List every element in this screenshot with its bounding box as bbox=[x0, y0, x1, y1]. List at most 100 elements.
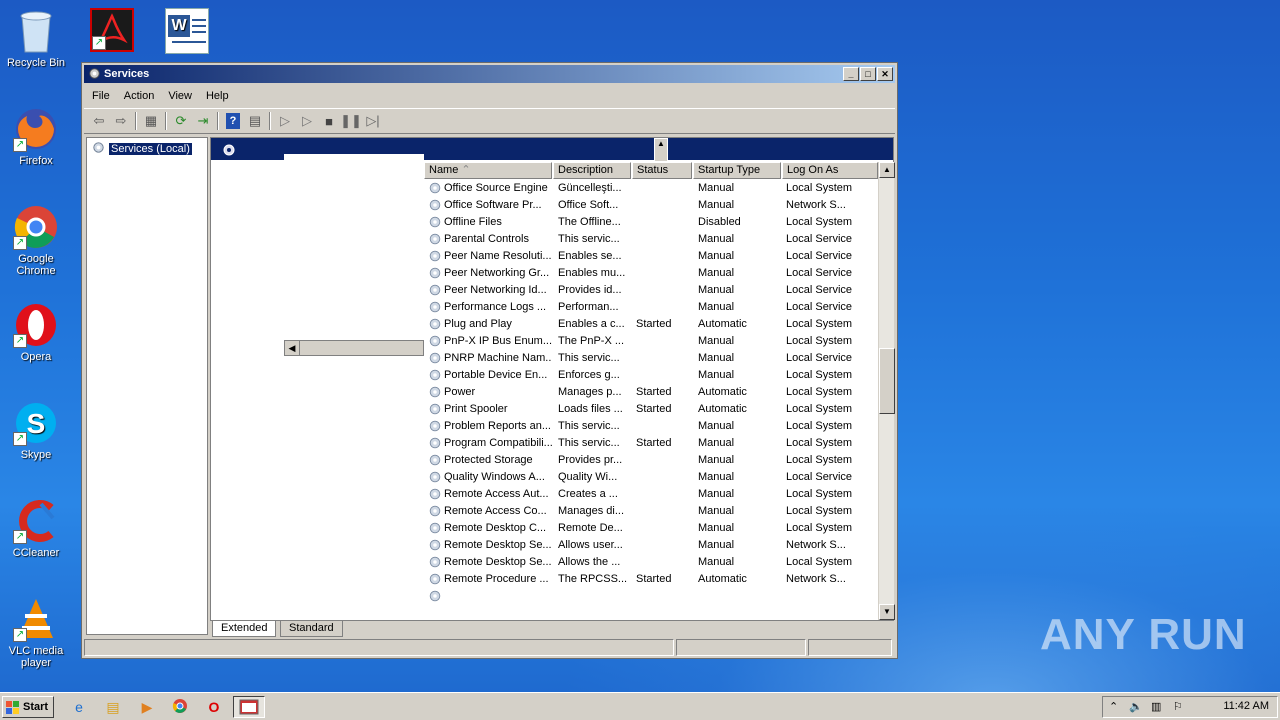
service-row[interactable]: Print Spooler Loads files ... Started Autom… bbox=[424, 401, 879, 418]
service-row[interactable]: Parental Controls This servic... Manual Loc… bbox=[424, 231, 879, 248]
column-header-name[interactable]: Name ⌃ bbox=[424, 162, 552, 179]
start-service-button[interactable]: ▷ bbox=[274, 111, 296, 131]
action-center-flag-icon[interactable]: ⚐ bbox=[1173, 700, 1183, 713]
back-button[interactable]: ⇦ bbox=[88, 111, 110, 131]
window-titlebar[interactable]: Services _ □ ✕ bbox=[84, 65, 895, 83]
service-row[interactable]: Offline Files The Offline... Disabled Local… bbox=[424, 214, 879, 231]
menu-help[interactable]: Help bbox=[206, 90, 229, 102]
volume-icon[interactable]: 🔈 bbox=[1129, 700, 1143, 713]
service-row[interactable]: Peer Networking Id... Provides id... Manua… bbox=[424, 282, 879, 299]
service-startup-type: Manual bbox=[698, 522, 735, 534]
toolbar-separator bbox=[135, 112, 137, 130]
help-icon: ? bbox=[226, 113, 240, 129]
horizontal-scrollbar[interactable]: ◀ bbox=[284, 340, 424, 356]
service-row[interactable]: Remote Desktop Se... Allows user... Manual… bbox=[424, 537, 879, 554]
service-log-on-as: Local System bbox=[786, 437, 853, 449]
service-row[interactable]: PNRP Machine Nam... This servic... Manual L… bbox=[424, 350, 879, 367]
service-row[interactable] bbox=[424, 588, 879, 605]
column-header-description[interactable]: Description bbox=[553, 162, 631, 179]
service-log-on-as: Local System bbox=[786, 335, 853, 347]
service-row[interactable]: Portable Device En... Enforces g... Manual… bbox=[424, 367, 879, 384]
service-row[interactable]: Power Manages p... Started Automatic Local S… bbox=[424, 384, 879, 401]
acrobat-reader-shortcut[interactable]: ↗ bbox=[90, 8, 134, 55]
forward-button[interactable]: ⇨ bbox=[110, 111, 132, 131]
service-row[interactable]: Remote Access Co... Manages di... Manual Lo… bbox=[424, 503, 879, 520]
export-list-button[interactable]: ⇥ bbox=[192, 111, 214, 131]
help-button[interactable]: ? bbox=[222, 111, 244, 131]
list-vertical-scrollbar[interactable]: ▲ ▼ bbox=[878, 162, 895, 620]
toolbar-separator bbox=[165, 112, 167, 130]
service-row[interactable]: Program Compatibili... This servic... Star… bbox=[424, 435, 879, 452]
service-row[interactable]: Remote Desktop Se... Allows the ... Manual… bbox=[424, 554, 879, 571]
scroll-down-button[interactable]: ▼ bbox=[879, 604, 895, 620]
scroll-left-arrow-icon[interactable]: ◀ bbox=[285, 341, 300, 355]
menu-view[interactable]: View bbox=[168, 90, 192, 102]
service-row[interactable]: Remote Access Aut... Creates a ... Manual L… bbox=[424, 486, 879, 503]
close-button[interactable]: ✕ bbox=[877, 67, 893, 81]
desktop-icon-chrome[interactable]: ↗ Google Chrome bbox=[0, 204, 72, 277]
service-name: Office Software Pr... bbox=[444, 199, 542, 211]
properties-button[interactable]: ▤ bbox=[244, 111, 266, 131]
menu-file[interactable]: File bbox=[92, 90, 110, 102]
service-row[interactable]: Office Source Engine Güncelleşti... Manual… bbox=[424, 180, 879, 197]
column-header-startup-type[interactable]: Startup Type bbox=[693, 162, 781, 179]
service-row[interactable]: PnP-X IP Bus Enum... The PnP-X ... Manual L… bbox=[424, 333, 879, 350]
minimize-button[interactable]: _ bbox=[843, 67, 859, 81]
service-row[interactable]: Remote Desktop C... Remote De... Manual Loc… bbox=[424, 520, 879, 537]
show-hide-console-tree-button[interactable]: ▦ bbox=[140, 111, 162, 131]
service-description: The RPCSS... bbox=[558, 573, 628, 585]
internet-explorer-icon[interactable]: e bbox=[70, 698, 88, 716]
service-gear-icon bbox=[428, 555, 442, 572]
maximize-button[interactable]: □ bbox=[860, 67, 876, 81]
clock[interactable]: 11:42 AM bbox=[1223, 700, 1269, 712]
service-row[interactable]: Office Software Pr... Office Soft... Manua… bbox=[424, 197, 879, 214]
media-player-icon[interactable]: ▶ bbox=[138, 698, 156, 716]
start-button[interactable]: Start bbox=[2, 696, 54, 718]
column-header-status[interactable]: Status bbox=[632, 162, 692, 179]
desktop-icon-skype[interactable]: S ↗ Skype bbox=[0, 400, 72, 461]
word-document-shortcut[interactable]: W bbox=[162, 8, 212, 57]
service-startup-type: Manual bbox=[698, 454, 735, 466]
taskbar-services-window[interactable] bbox=[233, 696, 265, 718]
service-row[interactable]: Performance Logs ... Performan... Manual Lo… bbox=[424, 299, 879, 316]
file-explorer-icon[interactable]: ▤ bbox=[104, 698, 122, 716]
firefox-icon: ↗ bbox=[13, 106, 59, 152]
service-row[interactable]: Peer Name Resoluti... Enables se... Manual… bbox=[424, 248, 879, 265]
desktop-icon-recycle-bin[interactable]: Recycle Bin bbox=[0, 8, 72, 69]
chrome-taskbar-icon[interactable] bbox=[171, 698, 189, 716]
desktop-icon-opera[interactable]: ↗ Opera bbox=[0, 302, 72, 363]
scroll-up-button[interactable]: ▲ bbox=[879, 162, 895, 178]
pause-service-button[interactable]: ❚❚ bbox=[340, 111, 362, 131]
tab-standard[interactable]: Standard bbox=[280, 621, 343, 637]
opera-taskbar-icon[interactable]: O bbox=[205, 698, 223, 716]
shortcut-arrow-icon: ↗ bbox=[13, 236, 27, 250]
tree-item-services-local[interactable]: Services (Local) bbox=[91, 140, 192, 158]
restart-service-button[interactable]: ▷| bbox=[362, 111, 384, 131]
column-header-log-on-as[interactable]: Log On As bbox=[782, 162, 878, 179]
service-description: The Offline... bbox=[558, 216, 621, 228]
detached-scroll-button[interactable]: ▲ bbox=[654, 138, 668, 162]
service-row[interactable]: Problem Reports an... This servic... Manua… bbox=[424, 418, 879, 435]
menu-action[interactable]: Action bbox=[124, 90, 155, 102]
svg-text:S: S bbox=[27, 408, 46, 439]
service-gear-icon bbox=[428, 487, 442, 504]
network-icon[interactable]: ▥ bbox=[1151, 700, 1161, 713]
start-service-alt-button[interactable]: ▷ bbox=[296, 111, 318, 131]
stop-service-button[interactable]: ■ bbox=[318, 111, 340, 131]
refresh-button[interactable]: ⟳ bbox=[170, 111, 192, 131]
desktop-icon-ccleaner[interactable]: ↗ CCleaner bbox=[0, 498, 72, 559]
service-row[interactable]: Peer Networking Gr... Enables mu... Manual… bbox=[424, 265, 879, 282]
service-row[interactable]: Remote Procedure ... The RPCSS... Started A… bbox=[424, 571, 879, 588]
service-row[interactable]: Quality Windows A... Quality Wi... Manual L… bbox=[424, 469, 879, 486]
status-cell bbox=[84, 639, 674, 656]
service-row[interactable]: Protected Storage Provides pr... Manual Loc… bbox=[424, 452, 879, 469]
show-hidden-icons-icon[interactable]: ⌃ bbox=[1109, 700, 1118, 713]
service-name: Portable Device En... bbox=[444, 369, 548, 381]
desktop-icon-vlc[interactable]: ↗ VLC media player bbox=[0, 596, 72, 669]
service-gear-icon bbox=[428, 300, 442, 317]
service-startup-type: Manual bbox=[698, 301, 735, 313]
scroll-thumb[interactable] bbox=[879, 348, 895, 414]
desktop-icon-firefox[interactable]: ↗ Firefox bbox=[0, 106, 72, 167]
service-row[interactable]: Plug and Play Enables a c... Started Automa… bbox=[424, 316, 879, 333]
tab-extended[interactable]: Extended bbox=[212, 621, 277, 637]
